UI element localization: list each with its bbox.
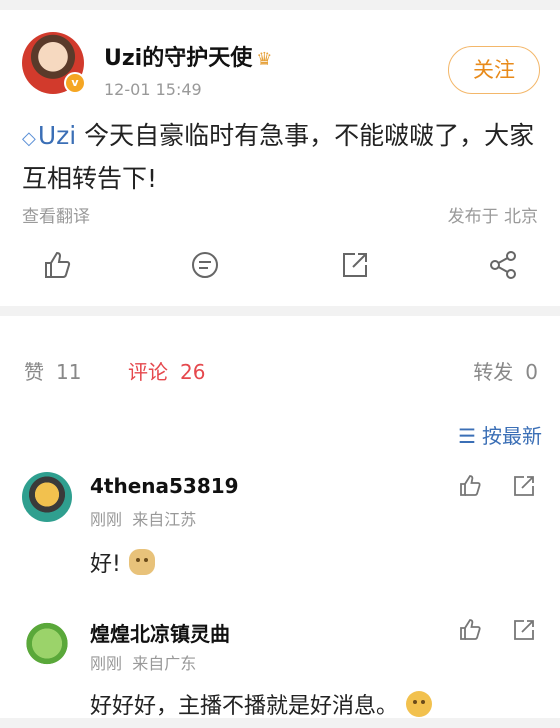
comments-label: 评论 [128, 360, 168, 384]
sort-icon: ☰ [458, 424, 476, 448]
post-text-line1: 今天自豪临时有急事，不能啵啵了，大家 [84, 121, 535, 150]
author-name[interactable]: Uzi的守护天使 ♛ [104, 40, 272, 72]
mention-link[interactable]: ◇Uzi [22, 121, 76, 150]
reposts-label: 转发 [473, 360, 514, 384]
commenter-avatar[interactable] [22, 472, 72, 522]
comment-location: 来自广东 [132, 654, 197, 673]
reposts-tab[interactable]: 转发 0 [473, 356, 538, 385]
doge-emoji-icon [128, 549, 155, 575]
comments-count: 26 [180, 360, 206, 384]
commenter-name[interactable]: 4thena53819 [90, 474, 239, 498]
comment-text-content: 好好好，主播不播就是好消息。 [90, 694, 399, 719]
post-location: 发布于 北京 [447, 207, 538, 227]
comment-text: 好好好，主播不播就是好消息。 [90, 688, 433, 720]
comment-meta: 刚刚 来自江苏 [90, 506, 196, 530]
comment-like-icon[interactable] [456, 472, 484, 500]
sort-label: 按最新 [482, 424, 542, 448]
sort-button[interactable]: ☰ 按最新 [458, 420, 542, 449]
comments-card: 赞 11 评论 26 转发 0 ☰ 按最新 4thena53819 刚刚 来自江苏 好!… [0, 316, 560, 720]
likes-label: 赞 [24, 360, 44, 384]
translate-link[interactable]: 查看翻译 [22, 202, 90, 227]
post-time: 12-01 15:49 [104, 80, 202, 99]
likes-count: 11 [56, 360, 82, 384]
comment-time: 刚刚 [90, 654, 123, 673]
diamond-icon: ◇ [22, 128, 36, 149]
share-icon[interactable] [338, 248, 372, 282]
comment-share-icon[interactable] [510, 472, 538, 500]
comment-like-icon[interactable] [456, 616, 484, 644]
comment-text-content: 好! [90, 552, 121, 577]
commenter-avatar[interactable] [22, 616, 72, 666]
smile-emoji-icon [406, 691, 433, 717]
comments-tab[interactable]: 评论 26 [128, 356, 205, 385]
verified-badge-icon: v [64, 72, 86, 94]
author-name-text: Uzi的守护天使 [104, 46, 253, 71]
mention-text: Uzi [37, 121, 77, 150]
comment-share-icon[interactable] [510, 616, 538, 644]
comment-meta: 刚刚 来自广东 [90, 650, 196, 674]
like-icon[interactable] [40, 248, 74, 282]
follow-button[interactable]: 关注 [448, 46, 540, 94]
post-card: v Uzi的守护天使 ♛ 12-01 15:49 关注 ◇Uzi 今天自豪临时有急… [0, 10, 560, 306]
comment-time: 刚刚 [90, 510, 123, 529]
likes-tab[interactable]: 赞 11 [24, 356, 81, 385]
reposts-count: 0 [525, 360, 538, 384]
post-text-line2: 互相转告下! [22, 164, 158, 193]
post-text: ◇Uzi 今天自豪临时有急事，不能啵啵了，大家 互相转告下! [22, 116, 542, 199]
crown-icon: ♛ [256, 49, 273, 70]
comment-text: 好! [90, 546, 155, 578]
author-avatar[interactable]: v [22, 32, 86, 94]
more-share-icon[interactable] [486, 248, 520, 282]
comment-icon[interactable] [188, 248, 222, 282]
commenter-name[interactable]: 煌煌北凉镇灵曲 [90, 618, 230, 647]
comment-location: 来自江苏 [132, 510, 197, 529]
